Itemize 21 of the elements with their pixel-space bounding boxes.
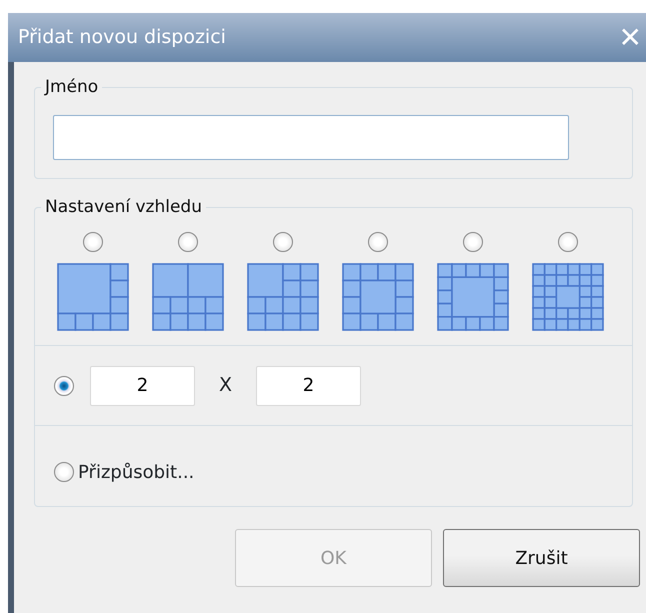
radio-button[interactable] (178, 232, 198, 252)
cancel-button[interactable]: Zrušit (443, 529, 640, 587)
layout-grid-icon[interactable] (152, 263, 224, 331)
times-label: X (219, 373, 232, 398)
window-title: Přidat novou dispozici (18, 25, 226, 50)
layout-grid-icon[interactable] (247, 263, 319, 331)
radio-button[interactable] (54, 462, 74, 482)
customize-label: Přizpůsobit... (78, 460, 194, 484)
layout-grid-icon[interactable] (342, 263, 414, 331)
radio-button[interactable] (558, 232, 578, 252)
layout-grid-icon[interactable] (532, 263, 604, 331)
columns-input-field[interactable]: 2 (256, 366, 362, 406)
radio-button[interactable] (463, 232, 483, 252)
rows-input-field[interactable]: 2 (90, 366, 195, 406)
radio-button[interactable] (368, 232, 388, 252)
radio-button[interactable] (273, 232, 293, 252)
name-input-field[interactable] (53, 115, 569, 160)
layout-grid-icon[interactable] (57, 263, 129, 331)
radio-button[interactable] (83, 232, 103, 252)
layout-grid-icon[interactable] (437, 263, 509, 331)
radio-button[interactable] (54, 376, 74, 396)
